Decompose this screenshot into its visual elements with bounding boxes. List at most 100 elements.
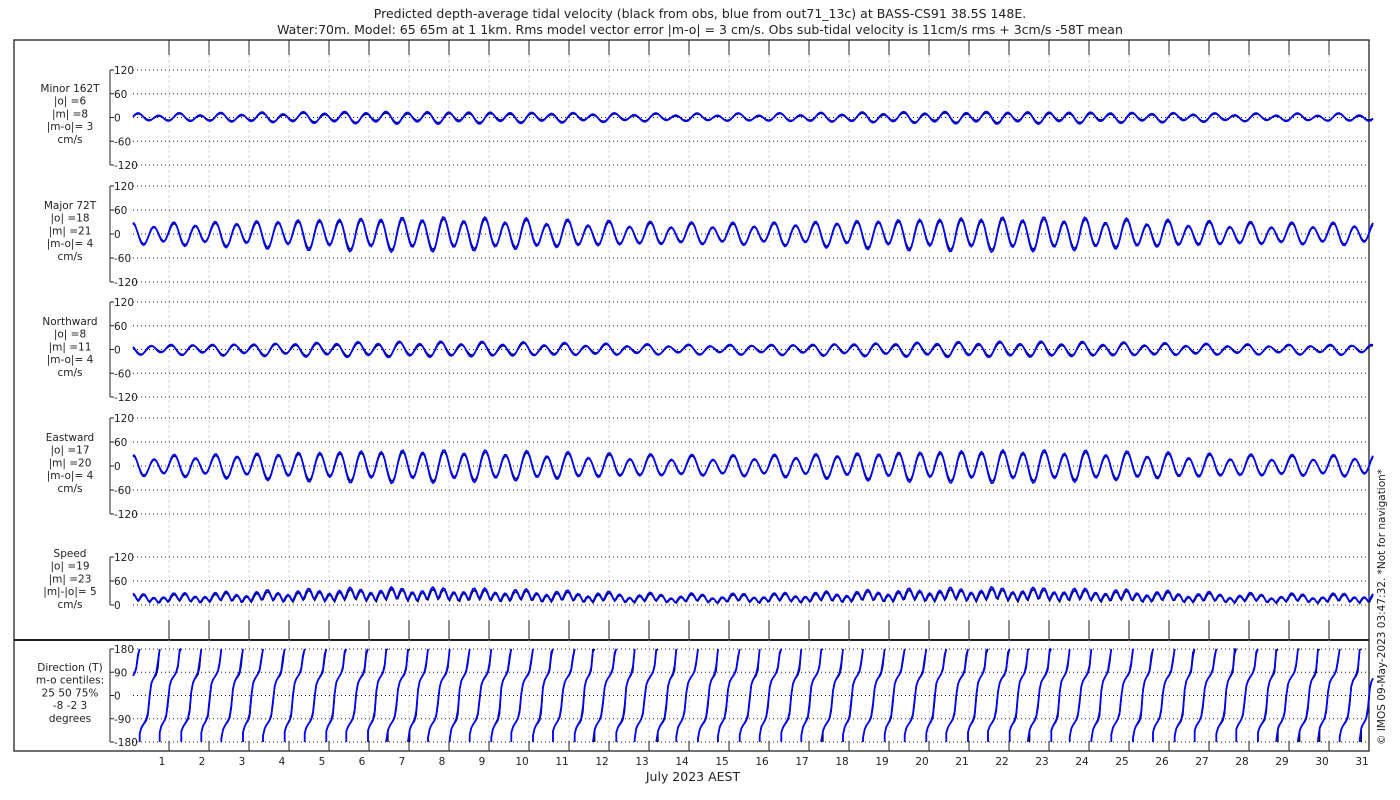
y-tick-label: -120 [114, 509, 138, 521]
y-tick-label: 60 [114, 576, 127, 588]
panel-label: |m|-|o|= 5 [43, 586, 96, 598]
panel-label: Direction (T) [37, 662, 102, 674]
model-series-line [132, 110, 1374, 126]
y-tick-label: -90 [114, 714, 131, 726]
panel-label: degrees [49, 713, 91, 725]
panel-label: |o| =18 [51, 213, 90, 225]
x-axis-label: July 2023 AEST [645, 769, 741, 784]
footer-copyright: © IMOS 09-May-2023 03:47:32. *Not for na… [1376, 469, 1388, 745]
y-tick-label: -180 [114, 737, 138, 749]
x-tick-label: 13 [635, 756, 648, 768]
x-tick-label: 11 [555, 756, 568, 768]
x-tick-label: 15 [715, 756, 728, 768]
panel-east: Eastward|o| =17|m| =20|m-o|= 4cm/s 120 60 0… [46, 413, 1374, 521]
panel-label: |m| =20 [49, 457, 92, 469]
panel-label: cm/s [57, 134, 82, 146]
panel-label: |m-o|= 4 [47, 354, 94, 366]
x-tick-label: 20 [915, 756, 928, 768]
panel-north: Northward|o| =8|m| =11|m-o|= 4cm/s 120 60 0… [42, 297, 1374, 404]
panel-label: cm/s [57, 367, 82, 379]
x-tick-label: 4 [279, 756, 286, 768]
x-tick-label: 3 [239, 756, 246, 768]
x-tick-label: 21 [955, 756, 968, 768]
panel-label: cm/s [57, 599, 82, 611]
panel-label: Minor 162T [40, 83, 100, 95]
panel-label: Northward [42, 316, 97, 328]
model-series-line [132, 585, 1374, 604]
x-tick-label: 19 [875, 756, 888, 768]
y-tick-label: -60 [114, 136, 131, 148]
x-tick-label: 16 [755, 756, 769, 768]
panel-label: |m-o|= 4 [47, 238, 94, 250]
panel-label: m-o centiles: [36, 675, 104, 687]
tidal-velocity-chart: Predicted depth-average tidal velocity (… [13, 6, 1388, 784]
y-tick-label: 120 [114, 297, 134, 309]
panel-direction: Direction (T)m-o centiles:25 50 75%-8 -2… [36, 644, 1374, 749]
y-tick-label: 0 [114, 229, 121, 241]
x-tick-label: 7 [399, 756, 406, 768]
panel-major: Major 72T|o| =18|m| =21|m-o|= 4cm/s 120 60… [44, 181, 1374, 289]
y-tick-label: 60 [114, 437, 127, 449]
panel-label: |m| =21 [49, 225, 92, 237]
y-tick-label: 0 [114, 461, 121, 473]
panel-label: |m| =8 [52, 108, 88, 120]
x-tick-label: 10 [515, 756, 528, 768]
panel-label: cm/s [57, 251, 82, 263]
panel-label: 25 50 75% [42, 687, 99, 699]
y-tick-label: 120 [114, 181, 134, 193]
x-tick-label: 6 [359, 756, 366, 768]
panel-label: |o| =8 [54, 329, 86, 341]
x-tick-label: 26 [1155, 756, 1169, 768]
y-tick-label: 120 [114, 413, 134, 425]
x-tick-label: 23 [1035, 756, 1048, 768]
x-tick-label: 25 [1115, 756, 1128, 768]
x-tick-label: 12 [595, 756, 608, 768]
panel-label: |m-o|= 3 [47, 121, 94, 133]
y-tick-label: 120 [114, 552, 134, 564]
panel-label: |m-o|= 4 [47, 470, 94, 482]
panel-label: Eastward [46, 432, 94, 444]
y-tick-label: -120 [114, 277, 138, 289]
y-tick-label: -120 [114, 392, 138, 404]
panel-label: |o| =19 [51, 561, 90, 573]
panel-speed: Speed|o| =19|m| =23|m|-|o|= 5cm/s 120 60 0 [43, 548, 1374, 612]
panel-label: Speed [54, 548, 87, 560]
x-tick-label: 17 [795, 756, 808, 768]
y-tick-label: -60 [114, 368, 131, 380]
x-tick-label: 30 [1315, 756, 1328, 768]
y-tick-label: 60 [114, 205, 127, 217]
y-tick-label: 90 [114, 667, 127, 679]
x-tick-label: 29 [1275, 756, 1288, 768]
y-tick-label: 0 [114, 691, 121, 703]
x-tick-label: 1 [159, 756, 166, 768]
chart-subtitle: Water:70m. Model: 65 65m at 1 1km. Rms m… [277, 22, 1123, 37]
panel-label: |o| =17 [51, 445, 90, 457]
panel-label: |m| =11 [49, 341, 92, 353]
x-tick-label: 18 [835, 756, 848, 768]
y-tick-label: 0 [114, 113, 121, 125]
x-tick-label: 31 [1355, 756, 1368, 768]
y-tick-label: 60 [114, 321, 127, 333]
y-tick-label: 0 [114, 345, 121, 357]
y-tick-label: 60 [114, 89, 127, 101]
y-tick-label: -60 [114, 253, 131, 265]
x-tick-label: 9 [479, 756, 486, 768]
x-tick-label: 24 [1075, 756, 1089, 768]
panel-label: |m| =23 [49, 573, 92, 585]
plot-frame [13, 39, 1370, 752]
x-tick-label: 5 [319, 756, 326, 768]
y-tick-label: 0 [114, 600, 121, 612]
panel-minor: Minor 162T|o| =6|m| =8|m-o|= 3cm/s 120 60 0… [40, 65, 1374, 172]
y-tick-label: -120 [114, 160, 138, 172]
panel-label: cm/s [57, 483, 82, 495]
chart-title: Predicted depth-average tidal velocity (… [374, 6, 1026, 21]
x-tick-label: 28 [1235, 756, 1248, 768]
x-tick-label: 2 [199, 756, 206, 768]
panel-label: |o| =6 [54, 96, 87, 108]
y-tick-label: 180 [114, 644, 134, 656]
x-tick-label: 22 [995, 756, 1008, 768]
x-tick-label: 8 [439, 756, 446, 768]
x-tick-label: 27 [1195, 756, 1208, 768]
panel-label: -8 -2 3 [53, 700, 87, 712]
y-tick-label: -60 [114, 485, 131, 497]
